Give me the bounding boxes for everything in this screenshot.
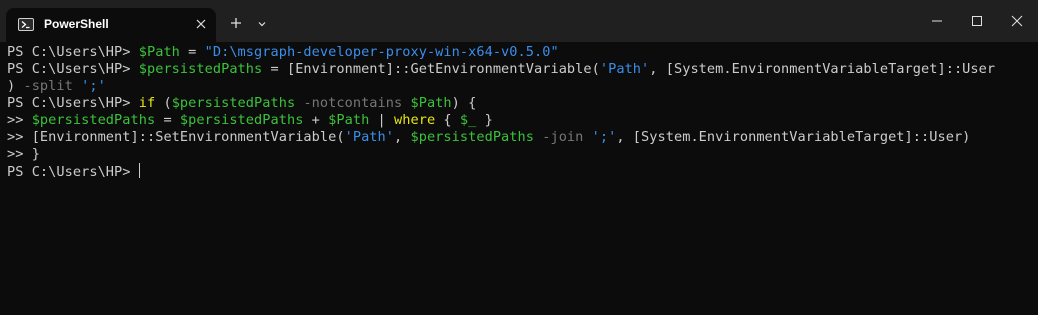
string: ';' [591,129,617,145]
operator: | [369,112,395,128]
terminal-line: >> $persistedPaths = $persistedPaths + $… [7,112,493,129]
variable: $persistedPaths [171,95,296,111]
code-text: } [476,112,493,128]
operator: -split [23,78,73,94]
tab-close-icon[interactable] [193,16,209,32]
terminal-line: PS C:\Users\HP> $Path = "D:\msgraph-deve… [7,44,559,61]
plus-icon[interactable] [229,16,243,30]
terminal-line: >> } [7,146,40,163]
variable: $_ [459,112,477,128]
tab-powershell[interactable]: PowerShell [6,8,216,42]
continuation-prompt: >> [7,112,32,128]
code-text: [Environment]::GetEnvironmentVariable( [286,61,600,77]
powershell-icon [18,18,34,31]
terminal-line: PS C:\Users\HP> $persistedPaths = [Envir… [7,61,995,78]
prompt: PS C:\Users\HP> [7,164,139,180]
operator: + [303,112,329,128]
operator: -notcontains [303,95,403,111]
operator: = [179,44,205,60]
continuation-prompt: >> [7,129,32,145]
maximize-icon[interactable] [969,13,985,29]
text-cursor [138,163,140,178]
variable: $Path [328,112,370,128]
code-text: , [System.EnvironmentVariableTarget]::Us… [616,129,971,145]
scrollbar[interactable] [1034,42,1038,315]
code-text: { [435,112,460,128]
variable: $persistedPaths [31,112,156,128]
tab-title: PowerShell [44,17,109,31]
minimize-icon[interactable] [929,13,945,29]
terminal-line: PS C:\Users\HP> if ($persistedPaths -not… [7,95,476,112]
variable: $persistedPaths [179,112,304,128]
prompt: PS C:\Users\HP> [7,95,139,111]
code-text: ) [7,78,24,94]
variable: $persistedPaths [410,129,534,145]
keyword: where [394,112,436,128]
string: ';' [81,78,106,94]
continuation-prompt: >> [7,146,32,162]
terminal-line: ) -split ';' [7,78,106,95]
code-text: , [System.EnvironmentVariableTarget]::Us… [649,61,996,77]
prompt: PS C:\Users\HP> [7,44,139,60]
terminal-line: >> [Environment]::SetEnvironmentVariable… [7,129,970,146]
close-icon[interactable] [1009,13,1025,29]
prompt: PS C:\Users\HP> [7,61,139,77]
string: 'Path' [599,61,650,77]
chevron-down-icon[interactable] [256,17,268,29]
code-text: , [394,129,411,145]
title-bar: PowerShell [0,0,1038,42]
string: 'Path' [344,129,395,145]
code-text: ( [155,95,172,111]
variable: $persistedPaths [138,61,263,77]
code-text: [Environment]::SetEnvironmentVariable( [31,129,345,145]
code-text: ) { [451,95,477,111]
operator: = [155,112,180,128]
operator: -join [542,129,584,145]
terminal-output[interactable] [0,42,1034,315]
variable: $Path [410,95,452,111]
variable: $Path [138,44,180,60]
terminal-line: PS C:\Users\HP> [7,163,140,180]
keyword: if [138,95,156,111]
code-text: } [31,146,40,162]
string: "D:\msgraph-developer-proxy-win-x64-v0.5… [204,44,559,60]
operator: = [262,61,287,77]
